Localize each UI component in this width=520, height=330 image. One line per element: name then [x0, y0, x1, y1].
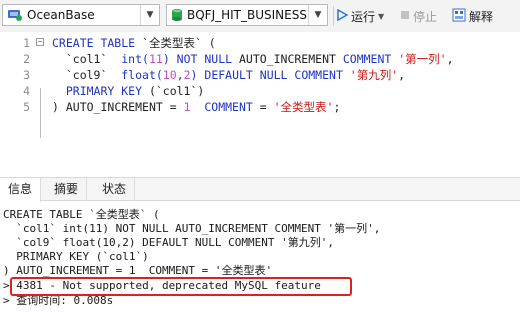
- code-token: int(: [121, 52, 149, 66]
- tab-info[interactable]: 信息: [0, 178, 42, 202]
- code-token: PRIMARY KEY: [52, 84, 149, 98]
- code-token: ,: [446, 52, 454, 66]
- query-time: > 查询时间: 0.008s: [3, 294, 114, 307]
- fold-toggle-icon[interactable]: −: [36, 38, 44, 46]
- database-icon: [171, 8, 183, 22]
- code-token: '第九列': [349, 68, 399, 82]
- code-line[interactable]: 4 PRIMARY KEY (`col1`): [0, 83, 520, 99]
- stop-label: 停止: [413, 9, 438, 24]
- stop-button[interactable]: 停止: [400, 7, 437, 25]
- code-text: PRIMARY KEY (`col1`): [52, 83, 204, 99]
- database-select[interactable]: BQFJ_HIT_BUSINESS ▼: [166, 4, 328, 26]
- code-line[interactable]: 2 `col1` int(11) NOT NULL AUTO_INCREMENT…: [0, 51, 520, 67]
- code-token: AUTO_INCREMENT =: [65, 100, 184, 114]
- code-token: ,: [398, 68, 406, 82]
- code-token: `col9`: [52, 68, 122, 82]
- code-token: ): [162, 52, 177, 66]
- run-button[interactable]: 运行 ▼: [336, 7, 384, 25]
- line-number: 3: [23, 68, 30, 82]
- message-output: CREATE TABLE `全类型表` ( `col1` int(11) NOT…: [0, 205, 520, 330]
- code-token: ): [190, 68, 205, 82]
- code-token: DEFAULT NULL COMMENT: [204, 68, 350, 82]
- play-icon: [336, 8, 349, 24]
- code-line[interactable]: 1− CREATE TABLE `全类型表` (: [0, 35, 520, 51]
- code-text: `col9` float(10,2) DEFAULT NULL COMMENT …: [52, 67, 405, 83]
- connection-select[interactable]: OceanBase ▼: [2, 4, 160, 26]
- code-token: ): [52, 100, 66, 114]
- code-token: COMMENT: [204, 100, 260, 114]
- code-token: AUTO_INCREMENT: [238, 52, 343, 66]
- code-token: '第一列': [398, 52, 447, 66]
- code-line[interactable]: 3 `col9` float(10,2) DEFAULT NULL COMMEN…: [0, 67, 520, 83]
- error-highlight-box: [10, 277, 352, 296]
- code-token: (`col1`): [148, 84, 205, 98]
- tab-status[interactable]: 状态: [94, 178, 136, 201]
- output-line: CREATE TABLE `全类型表` (: [3, 208, 160, 221]
- output-line: `col1` int(11) NOT NULL AUTO_INCREMENT C…: [3, 222, 381, 235]
- output-line: ) AUTO_INCREMENT = 1 COMMENT = '全类型表': [3, 264, 273, 277]
- code-token: `col1`: [52, 52, 122, 66]
- run-label: 运行: [351, 9, 376, 24]
- code-line[interactable]: 5) AUTO_INCREMENT = 1 COMMENT = '全类型表';: [0, 99, 520, 115]
- explain-button[interactable]: 解释: [452, 7, 493, 25]
- explain-icon: [452, 8, 466, 25]
- code-token: 1: [183, 100, 191, 114]
- database-server-icon: [7, 8, 23, 22]
- code-text: `col1` int(11) NOT NULL AUTO_INCREMENT C…: [52, 51, 454, 67]
- toolbar: OceanBase ▼ BQFJ_HIT_BUSINESS ▼ 运行 ▼ 停止: [0, 0, 520, 33]
- output-line: `col9` float(10,2) DEFAULT NULL COMMENT …: [3, 236, 335, 249]
- code-token: (: [201, 36, 216, 50]
- connection-name: OceanBase: [27, 8, 95, 22]
- tab-summary[interactable]: 摘要: [46, 178, 88, 201]
- line-number: 5: [23, 100, 30, 114]
- code-token: NOT NULL: [176, 52, 239, 66]
- code-token: float(: [121, 68, 163, 82]
- line-number: 4: [23, 84, 30, 98]
- stop-icon: [400, 9, 410, 23]
- chevron-down-icon[interactable]: ▼: [140, 5, 159, 25]
- database-name: BQFJ_HIT_BUSINESS: [187, 8, 307, 22]
- chevron-down-icon[interactable]: ▼: [378, 12, 384, 21]
- code-token: `全类型表`: [142, 36, 202, 50]
- code-token: 10: [162, 68, 177, 82]
- code-token: COMMENT: [342, 52, 399, 66]
- line-number: 1: [23, 36, 30, 50]
- line-number: 2: [23, 52, 30, 66]
- code-token: 2: [183, 68, 191, 82]
- code-text: ) AUTO_INCREMENT = 1 COMMENT = '全类型表';: [52, 99, 340, 115]
- sql-editor[interactable]: 1− CREATE TABLE `全类型表` (2 `col1` int(11) …: [0, 32, 520, 177]
- code-token: '全类型表': [273, 100, 334, 114]
- code-token: CREATE TABLE: [52, 36, 143, 50]
- code-text: CREATE TABLE `全类型表` (: [52, 35, 216, 51]
- code-token: 11: [148, 52, 163, 66]
- code-token: ;: [333, 100, 341, 114]
- toolbar-divider: [333, 6, 334, 26]
- output-line: PRIMARY KEY (`col1`): [3, 250, 149, 263]
- chevron-down-icon[interactable]: ▼: [308, 5, 327, 25]
- result-tabs: 信息 摘要 状态: [0, 177, 520, 202]
- explain-label: 解释: [469, 9, 494, 24]
- code-token: =: [259, 100, 274, 114]
- code-token: ,: [176, 68, 184, 82]
